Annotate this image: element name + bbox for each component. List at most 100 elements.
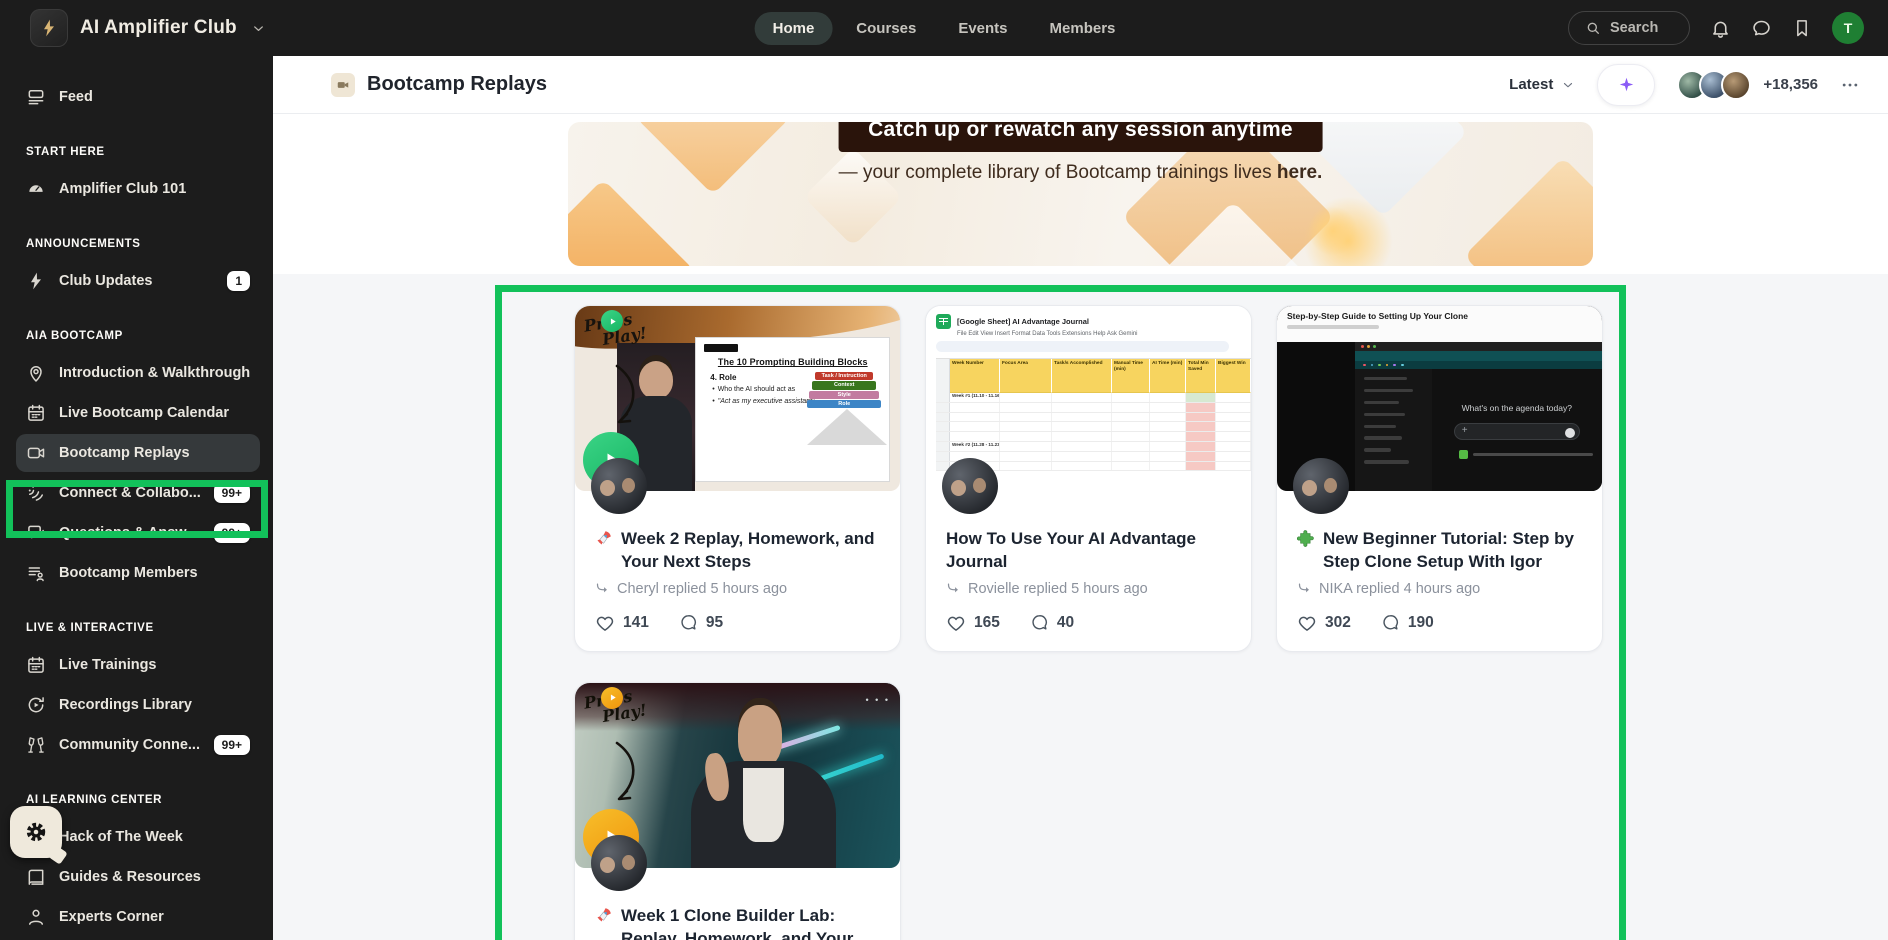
community-name: AI Amplifier Club [80,17,237,38]
settings-widget-button[interactable] [10,806,62,858]
sidebar-item-club-updates[interactable]: Club Updates 1 [16,262,260,300]
slide-stack: Task / Instruction Context Style Role [807,372,888,445]
unread-badge: 1 [227,271,250,291]
nav-home[interactable]: Home [754,11,833,45]
author-avatar[interactable] [942,458,998,514]
sidebar-item-label: Connect & Collabo... [59,485,201,501]
sidebar-item-bootcamp-members[interactable]: Bootcamp Members [16,554,260,592]
comment-button[interactable]: 40 [1030,613,1074,632]
post-title[interactable]: Week 2 Replay, Homework, and Your Next S… [621,527,880,574]
cube-graphic [568,179,695,266]
author-avatar[interactable] [591,458,647,514]
section-label-ai-learning-center: AI LEARNING CENTER [26,794,163,806]
messages-button[interactable] [1751,18,1772,39]
bookmarks-button[interactable] [1792,18,1812,38]
feed-icon [26,87,46,107]
sidebar-item-live-bootcamp-calendar[interactable]: Live Bootcamp Calendar [16,394,260,432]
slide-graphic: The 10 Prompting Building Blocks 4. Role… [695,337,891,482]
chat-icon [26,523,46,543]
comment-icon [1381,613,1400,632]
heart-icon [1297,613,1317,633]
unread-badge: 99+ [213,735,250,755]
like-button[interactable]: 165 [946,613,1000,633]
thumb-title-strip: Step-by-Step Guide to Setting Up Your Cl… [1277,306,1602,342]
bell-icon [1710,18,1731,39]
stack-block: Task / Instruction [815,372,874,381]
post-card-ai-advantage-journal[interactable]: [Google Sheet] AI Advantage Journal File… [925,305,1252,652]
member-avatars[interactable]: +18,356 [1677,69,1818,100]
ai-assistant-button[interactable] [1597,63,1656,106]
chat-bubble-icon [1751,18,1772,39]
post-card-week1-clone-builder-lab[interactable]: • • • PressPlay! Week 1 Clone Builder La… [574,681,901,940]
gauge-icon [26,179,46,199]
post-card-week2-replay[interactable]: The 10 Prompting Building Blocks 4. Role… [574,305,901,652]
sidebar-item-label: Live Bootcamp Calendar [59,405,230,421]
presenter-photo [690,705,837,868]
sidebar-item-bootcamp-replays[interactable]: Bootcamp Replays [16,434,260,472]
sidebar-item-label: Club Updates [59,273,153,289]
chevron-down-icon [1561,78,1575,92]
like-button[interactable]: 141 [595,613,649,633]
comment-button[interactable]: 190 [1381,613,1434,632]
glow-graphic [1308,206,1358,256]
post-card-clone-setup-tutorial[interactable]: Step-by-Step Guide to Setting Up Your Cl… [1276,305,1603,652]
replay-icon [26,695,46,715]
sidebar-item-community-connect[interactable]: Community Conne... 99+ [16,726,260,764]
search-input[interactable]: Search [1568,11,1690,45]
banner-headline: Catch up or rewatch any session anytime [838,122,1323,152]
pinned-banner-zone: Catch up or rewatch any session anytime … [273,114,1888,274]
like-count: 141 [623,613,649,631]
sidebar-item-questions-answers[interactable]: Questions & Answ... 99+ [16,514,260,552]
bolt-logo-icon [39,18,59,38]
banner-image[interactable]: Catch up or rewatch any session anytime … [568,122,1593,266]
post-title[interactable]: New Beginner Tutorial: Step by Step Clon… [1323,527,1582,574]
sidebar-item-label: Introduction & Walkthrough [59,365,250,381]
author-avatar[interactable] [1293,458,1349,514]
comment-count: 40 [1056,613,1075,631]
nav-events[interactable]: Events [940,12,1025,45]
sidebar-item-feed[interactable]: Feed [16,78,260,116]
section-label-start-here: START HERE [26,146,105,158]
author-avatar[interactable] [591,834,647,891]
rocket-emoji [595,529,613,547]
more-options-button[interactable] [1840,75,1860,95]
comment-button[interactable]: 95 [679,613,723,632]
post-title[interactable]: Week 1 Clone Builder Lab: Replay, Homewo… [621,904,880,940]
play-icon [601,686,623,709]
arrow-doodle [615,741,635,801]
sidebar-item-connect-collaborate[interactable]: Connect & Collabo... 99+ [16,474,260,512]
reply-arrow-icon [1297,581,1312,596]
sidebar-item-experts-corner[interactable]: Experts Corner [16,898,260,936]
reply-arrow-icon [946,581,961,596]
sidebar-item-label: Bootcamp Members [59,565,198,581]
sort-dropdown[interactable]: Latest [1509,76,1575,93]
last-reply: NIKA replied 4 hours ago [1319,580,1481,597]
rocket-emoji [595,906,613,924]
ellipsis-graphic: • • • [865,694,890,705]
nav-members[interactable]: Members [1032,12,1134,45]
comment-count: 95 [705,613,724,631]
profile-avatar[interactable]: T [1832,12,1864,44]
last-reply: Cheryl replied 5 hours ago [617,580,788,597]
banner-subline: — your complete library of Bootcamp trai… [839,162,1323,184]
sidebar-item-guides-resources[interactable]: Guides & Resources [16,858,260,896]
cube-graphic [1464,157,1593,266]
post-title[interactable]: How To Use Your AI Advantage Journal [946,527,1231,574]
chat-input-graphic [1453,423,1580,440]
search-icon [1585,20,1601,36]
nav-courses[interactable]: Courses [838,12,934,45]
sheet-toolbar [936,341,1229,352]
like-button[interactable]: 302 [1297,613,1351,633]
top-bar: AI Amplifier Club Home Courses Events Me… [0,0,1888,56]
community-switcher[interactable]: AI Amplifier Club [0,9,266,47]
sidebar-item-label: Hack of The Week [59,829,183,845]
sidebar-item-introduction-walkthrough[interactable]: Introduction & Walkthrough [16,354,260,392]
reply-arrow-icon [595,581,610,596]
sidebar-item-recordings-library[interactable]: Recordings Library [16,686,260,724]
bookmark-icon [1792,18,1812,38]
sidebar-item-live-trainings[interactable]: Live Trainings [16,646,260,684]
play-icon [601,310,623,332]
sidebar-item-amplifier-club-101[interactable]: Amplifier Club 101 [16,170,260,208]
member-count[interactable]: +18,356 [1763,76,1818,93]
notifications-button[interactable] [1710,18,1731,39]
